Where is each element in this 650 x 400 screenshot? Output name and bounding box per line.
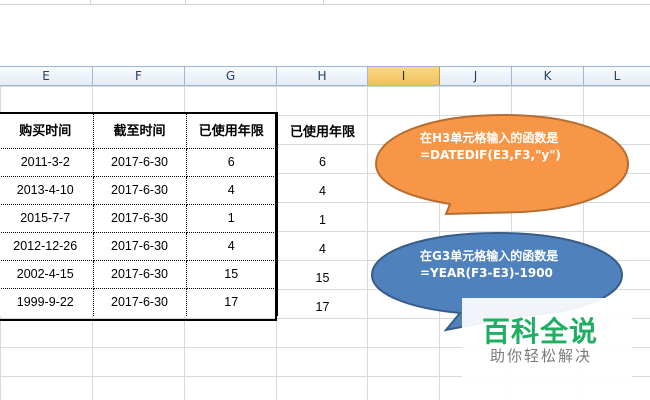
cell-purchase-date[interactable]: 2015-7-7 <box>0 204 94 233</box>
row-divider <box>0 4 650 5</box>
table-row: 2011-3-2 2017-6-30 6 <box>0 148 278 177</box>
column-header-g[interactable]: G <box>185 67 277 85</box>
cell-years-used[interactable]: 4 <box>186 176 278 205</box>
watermark-title: 百科全说 <box>482 315 599 348</box>
watermark: 百科全说 助你轻松解决 <box>462 298 632 400</box>
column-header-k[interactable]: K <box>512 67 584 85</box>
orange-callout[interactable]: 在H3单元格输入的函数是 =DATEDIF(E3,F3,"y") <box>372 112 634 218</box>
h-column-cell[interactable]: 17 <box>277 300 368 314</box>
h-column-cell[interactable]: 4 <box>277 242 368 256</box>
column-header-j[interactable]: J <box>440 67 512 85</box>
header-end-date[interactable]: 截至时间 <box>93 112 187 149</box>
cell-years-used[interactable]: 17 <box>186 288 278 316</box>
column-header-i[interactable]: I <box>368 67 440 85</box>
watermark-subtitle: 助你轻松解决 <box>490 347 593 365</box>
cell-years-used[interactable]: 1 <box>186 204 278 233</box>
cell-end-date[interactable]: 2017-6-30 <box>93 176 187 205</box>
table-row: 2013-4-10 2017-6-30 4 <box>0 176 278 205</box>
blue-callout-line2: =YEAR(F3-E3)-1900 <box>420 266 553 280</box>
table-header-row: 购买时间 截至时间 已使用年限 <box>0 112 278 149</box>
header-purchase-date[interactable]: 购买时间 <box>0 112 94 149</box>
cell-purchase-date[interactable]: 2013-4-10 <box>0 176 94 205</box>
cell-years-used[interactable]: 6 <box>186 148 278 177</box>
cell-years-used[interactable]: 15 <box>186 260 278 289</box>
orange-callout-shape <box>374 113 630 216</box>
cell-end-date[interactable]: 2017-6-30 <box>93 260 187 289</box>
table-row: 2015-7-7 2017-6-30 1 <box>0 204 278 233</box>
header-years-used[interactable]: 已使用年限 <box>186 112 278 149</box>
table-row: 2002-4-15 2017-6-30 15 <box>0 260 278 289</box>
top-cell-borders <box>0 0 650 4</box>
cell-purchase-date[interactable]: 2012-12-26 <box>0 232 94 261</box>
h-column-cell[interactable]: 4 <box>277 184 368 198</box>
cell-end-date[interactable]: 2017-6-30 <box>93 204 187 233</box>
column-header-e[interactable]: E <box>0 67 93 85</box>
blue-callout-line1: 在G3单元格输入的函数是 <box>420 249 559 263</box>
cell-end-date[interactable]: 2017-6-30 <box>93 232 187 261</box>
h-column-header[interactable]: 已使用年限 <box>277 121 368 140</box>
column-header-l[interactable]: L <box>584 67 650 85</box>
column-header-bar: E F G H I J K L <box>0 66 650 86</box>
column-header-f[interactable]: F <box>93 67 185 85</box>
cell-purchase-date[interactable]: 1999-9-22 <box>0 288 94 316</box>
cell-purchase-date[interactable]: 2002-4-15 <box>0 260 94 289</box>
cell-end-date[interactable]: 2017-6-30 <box>93 288 187 316</box>
orange-callout-line2: =DATEDIF(E3,F3,"y") <box>420 148 561 162</box>
h-column-cell[interactable]: 1 <box>277 213 368 227</box>
orange-callout-line1: 在H3单元格输入的函数是 <box>420 131 559 145</box>
table-row: 2012-12-26 2017-6-30 4 <box>0 232 278 261</box>
data-table: 购买时间 截至时间 已使用年限 2011-3-2 2017-6-30 6 201… <box>0 112 278 316</box>
column-header-h[interactable]: H <box>277 67 368 85</box>
cell-purchase-date[interactable]: 2011-3-2 <box>0 148 94 177</box>
h-column-cell[interactable]: 6 <box>277 155 368 169</box>
sheet-top-area <box>0 0 650 66</box>
cell-years-used[interactable]: 4 <box>186 232 278 261</box>
table-row: 1999-9-22 2017-6-30 17 <box>0 288 278 316</box>
h-column-cell[interactable]: 15 <box>277 271 368 285</box>
cell-end-date[interactable]: 2017-6-30 <box>93 148 187 177</box>
